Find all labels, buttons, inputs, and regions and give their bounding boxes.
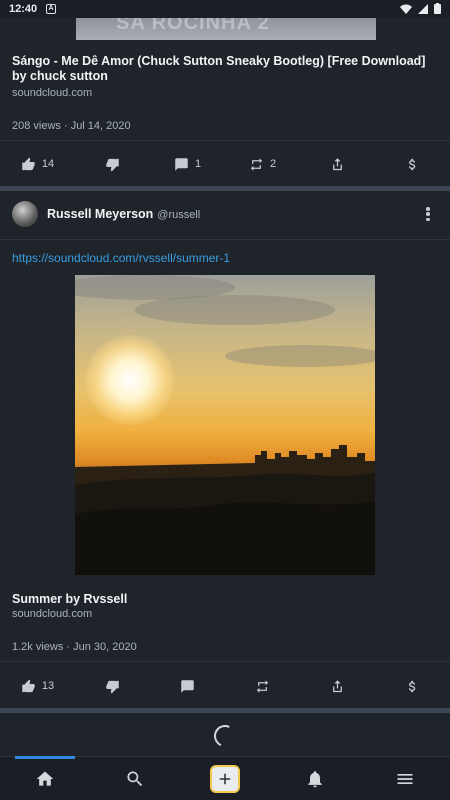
loading-spinner-icon <box>210 721 240 751</box>
tip-button[interactable] <box>375 679 450 694</box>
divider <box>0 239 450 240</box>
post2-title-block[interactable]: Summer by Rvssell soundcloud.com <box>12 592 127 620</box>
comment-count: 1 <box>194 158 202 170</box>
nav-compose[interactable] <box>180 757 270 800</box>
avatar[interactable] <box>12 201 38 227</box>
author-handle[interactable]: @russell <box>157 209 200 221</box>
post2-author[interactable]: Russell Meyerson @russell <box>12 201 200 227</box>
status-time: 12:40 <box>9 3 38 15</box>
post2-link[interactable]: https://soundcloud.com/rvssell/summer-1 <box>12 251 230 265</box>
feed[interactable]: SA ROCINHA 2 Sángo - Me Dê Amor (Chuck S… <box>0 18 450 756</box>
repost-icon <box>256 679 269 693</box>
search-icon <box>127 771 143 786</box>
home-icon <box>36 771 54 786</box>
tip-button[interactable] <box>375 157 450 172</box>
thumbnail-watermark: SA ROCINHA 2 <box>116 18 270 34</box>
repost-button[interactable]: 2 <box>225 157 300 172</box>
post2-title[interactable]: Summer by Rvssell <box>12 592 127 606</box>
city-skyline <box>75 445 375 575</box>
bell-icon <box>308 770 322 787</box>
thumbs-up-icon <box>22 157 35 170</box>
like-count: 13 <box>41 680 55 692</box>
dislike-button[interactable] <box>75 679 150 694</box>
nav-search[interactable] <box>90 757 180 800</box>
author-name-row[interactable]: Russell Meyerson @russell <box>47 207 200 221</box>
separator <box>0 186 450 191</box>
post2-actions: 13 <box>0 663 450 709</box>
divider <box>0 661 450 662</box>
post1-thumbnail[interactable]: SA ROCINHA 2 <box>76 18 376 40</box>
share-button[interactable] <box>300 679 375 694</box>
dollar-icon <box>408 158 416 170</box>
notification-a-icon: A <box>46 4 56 14</box>
nav-notifications[interactable] <box>270 757 360 800</box>
repost-icon <box>250 157 263 171</box>
post1-actions: 14 1 2 <box>0 141 450 187</box>
battery-icon <box>434 3 441 14</box>
dollar-icon <box>408 680 416 692</box>
post1-title-block[interactable]: Sángo - Me Dê Amor (Chuck Sutton Sneaky … <box>12 54 440 101</box>
post1-title[interactable]: Sángo - Me Dê Amor (Chuck Sutton Sneaky … <box>12 54 440 84</box>
author-name[interactable]: Russell Meyerson <box>47 207 153 221</box>
bottom-nav <box>0 756 450 800</box>
thumbs-down-icon <box>106 680 119 693</box>
thumbs-up-icon <box>22 679 35 692</box>
nav-home[interactable] <box>0 756 90 800</box>
nav-menu[interactable] <box>360 757 450 800</box>
menu-icon <box>397 773 413 784</box>
status-bar: 12:40 A <box>0 0 450 18</box>
signal-icon <box>418 3 428 14</box>
repost-button[interactable] <box>225 679 300 694</box>
like-count: 14 <box>41 158 55 170</box>
post2-meta: 1.2k views · Jun 30, 2020 <box>12 641 137 653</box>
comment-icon <box>181 679 194 693</box>
repost-count: 2 <box>269 158 277 170</box>
comment-button[interactable] <box>150 679 225 694</box>
share-icon <box>333 157 342 170</box>
share-icon <box>333 679 342 692</box>
like-button[interactable]: 13 <box>0 679 75 694</box>
wifi-icon <box>400 4 412 14</box>
post1-meta: 208 views · Jul 14, 2020 <box>12 120 131 132</box>
share-button[interactable] <box>300 157 375 172</box>
comment-button[interactable]: 1 <box>150 157 225 172</box>
post2-image[interactable] <box>75 275 375 575</box>
plus-icon <box>219 773 231 784</box>
comment-icon <box>175 157 188 171</box>
compose-button[interactable] <box>210 764 240 793</box>
post1-domain[interactable]: soundcloud.com <box>12 86 440 101</box>
status-icons <box>400 3 441 14</box>
more-options-icon[interactable] <box>420 206 436 222</box>
thumbs-down-icon <box>106 158 119 171</box>
like-button[interactable]: 14 <box>0 157 75 172</box>
separator <box>0 708 450 713</box>
post2-domain[interactable]: soundcloud.com <box>12 608 127 620</box>
dislike-button[interactable] <box>75 157 150 172</box>
